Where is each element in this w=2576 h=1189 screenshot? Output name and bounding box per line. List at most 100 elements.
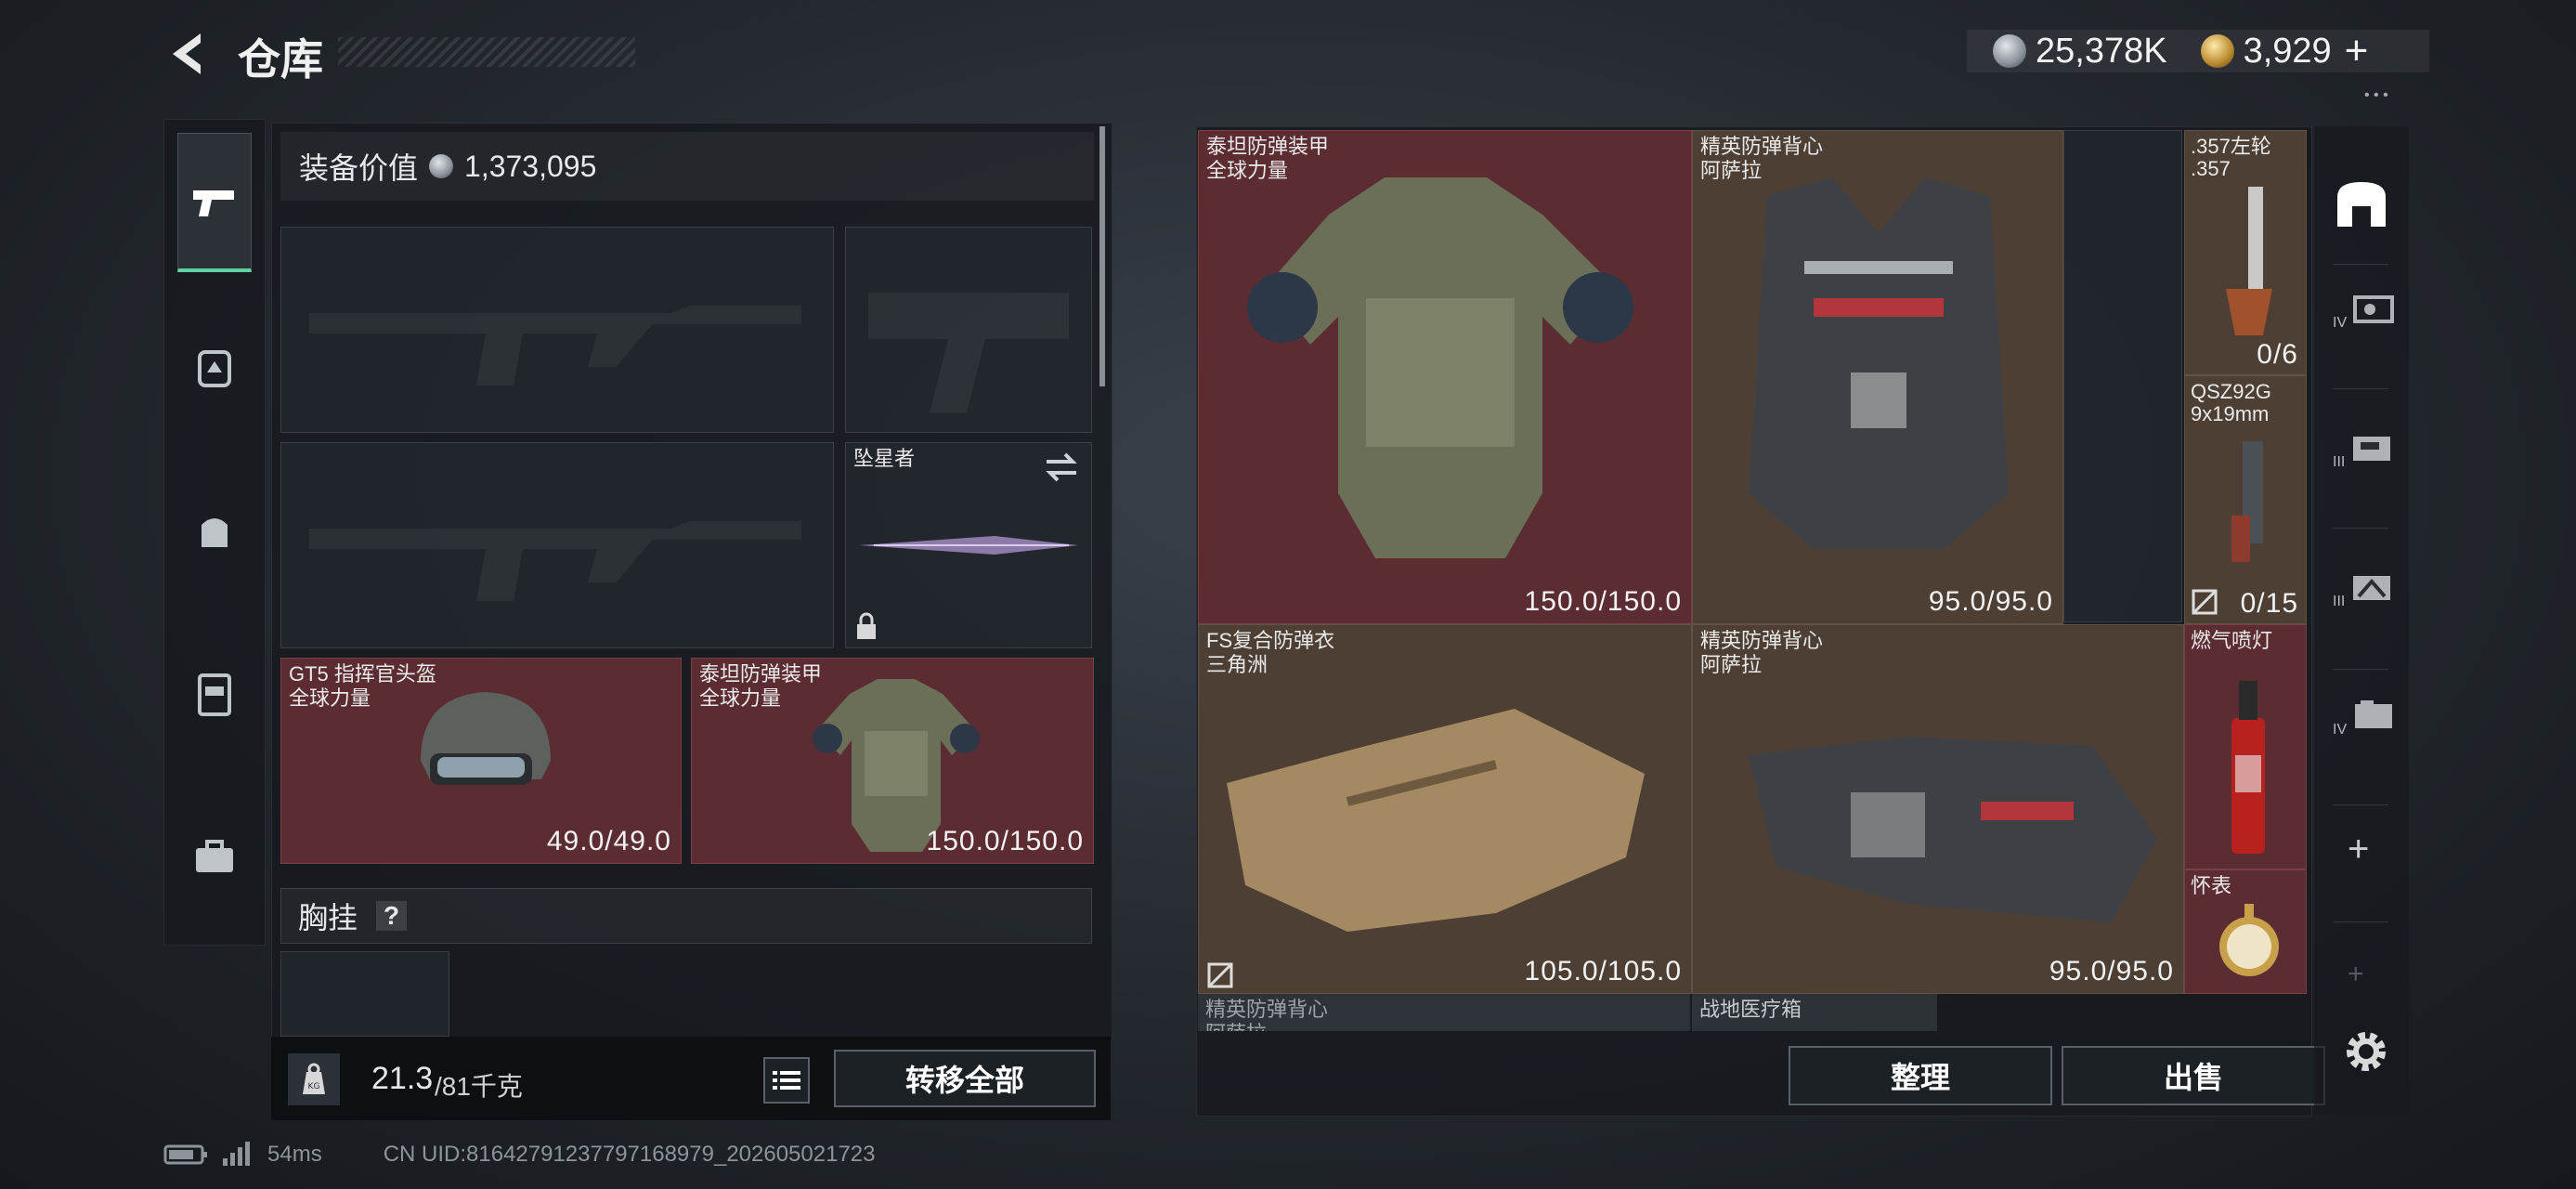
- sell-button[interactable]: 出售: [2062, 1046, 2325, 1105]
- back-button[interactable]: [163, 28, 210, 80]
- signal-icon: [223, 1142, 250, 1166]
- chest-rig-label: 胸挂: [298, 901, 358, 934]
- rifle-silhouette-icon: [309, 521, 801, 601]
- tab-stash-2[interactable]: III: [2333, 429, 2394, 471]
- stash-item-3[interactable]: FS复合防弹衣 三角洲 105.0/105.0: [1198, 624, 1692, 994]
- scrollbar[interactable]: [1099, 126, 1105, 386]
- crate-icon: [2354, 700, 2392, 728]
- stash-home-icon: [2337, 182, 2386, 227]
- tier-label: III: [2333, 594, 2346, 609]
- stash-item-watch[interactable]: 怀表: [2184, 869, 2307, 994]
- item-ammo-count: 0/6: [2257, 339, 2298, 370]
- title-stripe: [338, 37, 635, 67]
- item-name: 精英防弹背心: [1205, 998, 1329, 1021]
- secondary-weapon-slot[interactable]: [280, 442, 834, 648]
- melee-name: 坠星者: [853, 447, 916, 470]
- stash-item-revolver[interactable]: .357左轮 .357 0/6: [2184, 130, 2307, 375]
- item-name: 精英防弹背心: [1700, 629, 1824, 652]
- add-tab-button[interactable]: +: [2348, 829, 2369, 870]
- transfer-all-button[interactable]: 转移全部: [834, 1050, 1096, 1107]
- silver-coin-icon: [429, 154, 454, 178]
- primary-weapon-slot[interactable]: [280, 227, 834, 433]
- chest-rig-slot[interactable]: [280, 951, 449, 1037]
- add-currency-button[interactable]: +: [2345, 28, 2369, 74]
- tab-case[interactable]: [168, 811, 261, 904]
- no-ammo-icon: [2192, 589, 2218, 615]
- body-armor-slot[interactable]: 泰坦防弹装甲 全球力量 150.0/150.0: [691, 658, 1094, 864]
- stash-item-2[interactable]: 精英防弹背心 阿萨拉 95.0/95.0: [1692, 130, 2063, 624]
- silver-currency-amount: 25,378K: [2036, 31, 2167, 71]
- equipment-value-row: 装备价值 1,373,095: [280, 132, 1094, 201]
- item-name: FS复合防弹衣: [1206, 629, 1335, 652]
- stash-item-1[interactable]: 泰坦防弹装甲 全球力量 150.0/150.0: [1198, 130, 1692, 624]
- pistol-slot[interactable]: [845, 227, 1092, 433]
- add-tab-button-disabled[interactable]: +: [2348, 959, 2364, 990]
- briefcase-icon: [196, 840, 233, 872]
- currency-bar: 25,378K 3,929 +: [1967, 28, 2429, 74]
- vest-icon: [1749, 177, 2009, 549]
- item-name: QSZ92G: [2191, 380, 2271, 403]
- separator: [2333, 921, 2388, 922]
- item-durability: 105.0/105.0: [1524, 956, 1682, 986]
- settings-button[interactable]: [2340, 1026, 2392, 1078]
- item-brand: 阿萨拉: [1205, 1022, 1267, 1031]
- vest-icon: [1227, 709, 1645, 932]
- weight-icon: KG: [288, 1053, 340, 1105]
- stash-item-4[interactable]: 精英防弹背心 阿萨拉 95.0/95.0: [1692, 624, 2184, 994]
- organize-button[interactable]: 整理: [1789, 1046, 2052, 1105]
- item-name: 战地医疗箱: [1699, 998, 1802, 1021]
- helmet-slot[interactable]: GT5 指挥官头盔 全球力量 49.0/49.0: [280, 658, 682, 864]
- list-view-button[interactable]: [763, 1057, 810, 1104]
- tab-gear[interactable]: [168, 320, 261, 413]
- helmet-durability: 49.0/49.0: [546, 826, 671, 856]
- back-arrow-icon: [173, 33, 201, 74]
- stash-item-torch[interactable]: 燃气喷灯: [2184, 624, 2307, 869]
- dots-indicator: • • •: [2364, 87, 2388, 103]
- svg-text:KG: KG: [308, 1082, 320, 1091]
- tier-label: IV: [2333, 722, 2348, 738]
- melee-slot[interactable]: 坠星者: [845, 442, 1092, 648]
- stash-empty-cell[interactable]: [2063, 130, 2182, 622]
- item-sub: 9x19mm: [2191, 402, 2270, 425]
- helmet-icon: [421, 692, 551, 785]
- tier-label: III: [2333, 454, 2346, 470]
- separator: [2333, 264, 2388, 265]
- stash-tabs: • • • IV III III IV + +: [2314, 87, 2409, 1115]
- tab-stash-4[interactable]: IV: [2333, 697, 2396, 738]
- knife-icon: [859, 536, 1078, 555]
- item-name: .357左轮: [2191, 135, 2271, 158]
- item-name: 怀表: [2191, 874, 2232, 897]
- equipment-value: 1,373,095: [464, 149, 597, 183]
- item-durability: 150.0/150.0: [1524, 586, 1682, 617]
- armor-vest-icon: [1247, 177, 1633, 558]
- tab-bag[interactable]: [168, 484, 261, 577]
- item-durability: 95.0/95.0: [1928, 586, 2053, 617]
- item-sub: .357: [2191, 157, 2231, 180]
- stash-item-pistol[interactable]: QSZ92G 9x19mm 0/15: [2184, 375, 2307, 624]
- tab-stash-1[interactable]: IV: [2333, 290, 2396, 332]
- item-durability: 95.0/95.0: [2049, 956, 2174, 986]
- pistol-icon: [2231, 441, 2263, 562]
- chest-rig-header: 胸挂 ?: [280, 888, 1092, 944]
- status-bar: 54ms CN UID:8164279123779716897​9_202605…: [163, 1141, 876, 1169]
- tab-rig[interactable]: [168, 647, 261, 740]
- gold-currency-amount: 3,929: [2243, 31, 2332, 71]
- armor-brand: 全球力量: [699, 686, 782, 710]
- battery-icon: [163, 1144, 207, 1165]
- pistol-silhouette-icon: [868, 293, 1069, 413]
- item-ammo-count: 0/15: [2240, 588, 2298, 619]
- separator: [2333, 804, 2388, 805]
- armor-durability: 150.0/150.0: [926, 826, 1084, 856]
- swap-icon[interactable]: [1043, 451, 1080, 484]
- help-icon[interactable]: ?: [376, 901, 408, 931]
- tier-label: IV: [2333, 315, 2348, 331]
- item-name: 精英防弹背心: [1700, 135, 1824, 158]
- tab-stash-3[interactable]: III: [2333, 568, 2394, 610]
- crate-icon: [2352, 295, 2394, 323]
- revolver-icon: [2226, 187, 2272, 335]
- gold-coin-icon: [2200, 34, 2234, 68]
- tab-weapons[interactable]: [177, 133, 252, 272]
- stash-item-6[interactable]: 战地医疗箱: [1692, 994, 1937, 1031]
- tab-stash-main[interactable]: [2320, 158, 2403, 251]
- stash-item-5[interactable]: 精英防弹背心 阿萨拉: [1198, 994, 1690, 1031]
